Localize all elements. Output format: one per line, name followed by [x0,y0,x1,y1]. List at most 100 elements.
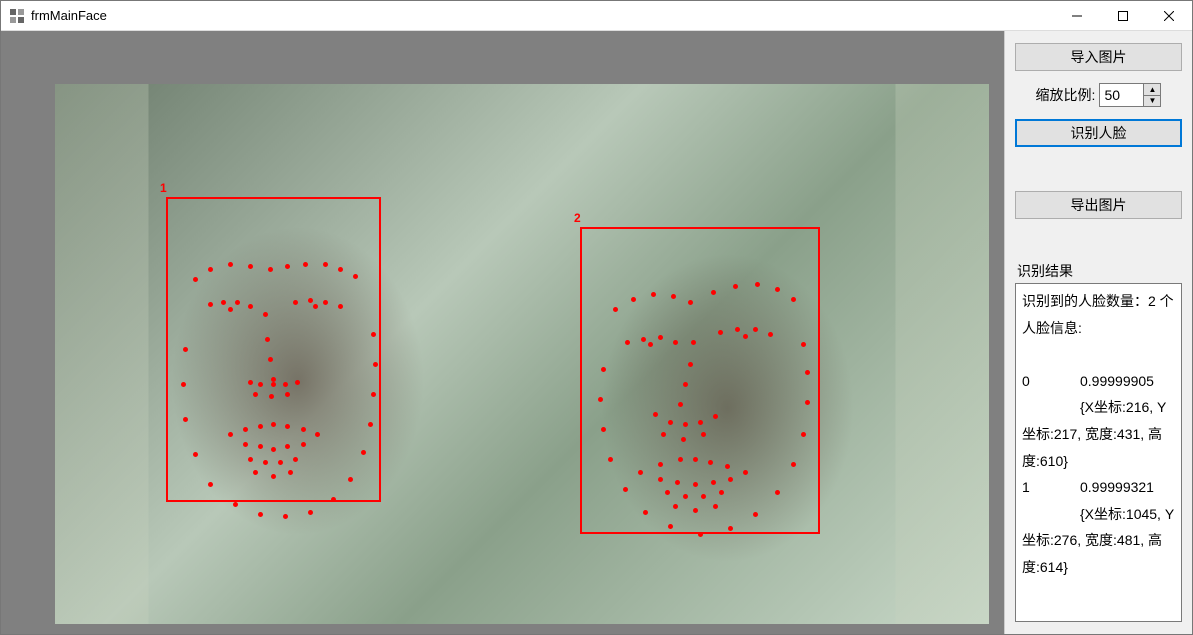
close-button[interactable] [1146,1,1192,31]
face-landmark-point [371,332,376,337]
face-landmark-point [285,424,290,429]
face-landmark-point [805,370,810,375]
result-face-confidence: 0.99999905 [1080,368,1154,395]
face-landmark-point [208,302,213,307]
image-viewport: 12 [1,31,1004,634]
face-landmark-point [698,420,703,425]
face-landmark-point [691,340,696,345]
face-landmark-point [673,340,678,345]
face-landmark-point [331,497,336,502]
face-landmark-point [228,307,233,312]
face-landmark-point [688,300,693,305]
face-landmark-point [268,357,273,362]
face-landmark-point [263,312,268,317]
window-controls [1054,1,1192,31]
title-bar[interactable]: frmMainFace [1,1,1192,31]
face-landmark-point [248,457,253,462]
face-landmark-point [283,382,288,387]
face-landmark-point [693,457,698,462]
face-landmark-point [688,362,693,367]
face-landmark-point [268,267,273,272]
face-landmark-point [801,342,806,347]
face-landmark-point [613,307,618,312]
face-landmark-point [653,412,658,417]
zoom-label: 缩放比例: [1036,85,1096,105]
face-landmark-point [728,477,733,482]
face-landmark-point [295,380,300,385]
face-landmark-point [258,444,263,449]
minimize-button[interactable] [1054,1,1100,31]
face-landmark-point [735,327,740,332]
face-landmark-point [753,327,758,332]
import-image-button[interactable]: 导入图片 [1015,43,1182,71]
export-image-button[interactable]: 导出图片 [1015,191,1182,219]
result-face-index: 1 [1022,474,1080,501]
face-landmark-point [668,524,673,529]
face-landmark-point [775,490,780,495]
zoom-up-button[interactable]: ▲ [1144,84,1160,96]
face-landmark-point [208,482,213,487]
face-landmark-point [271,474,276,479]
face-landmark-point [711,290,716,295]
face-landmark-point [743,334,748,339]
face-landmark-point [805,400,810,405]
zoom-input[interactable] [1099,83,1143,107]
face-landmark-point [725,464,730,469]
recognize-face-button[interactable]: 识别人脸 [1015,119,1182,147]
face-landmark-point [701,432,706,437]
face-landmark-point [263,460,268,465]
face-landmark-point [315,432,320,437]
face-landmark-point [285,444,290,449]
face-landmark-point [658,462,663,467]
zoom-row: 缩放比例: ▲ ▼ [1015,83,1182,107]
face-box-label: 2 [574,211,581,225]
face-landmark-point [361,450,366,455]
face-landmark-point [711,480,716,485]
face-landmark-point [678,402,683,407]
face-landmark-point [308,510,313,515]
result-face-coords: {X坐标:216, Y坐标:217, 宽度:431, 高度:610} [1022,394,1175,474]
face-landmark-point [258,382,263,387]
face-bounding-box: 1 [166,197,381,502]
face-landmark-point [718,330,723,335]
face-landmark-point [791,462,796,467]
face-landmark-point [208,267,213,272]
face-landmark-point [698,532,703,537]
face-landmark-point [693,482,698,487]
face-landmark-point [285,264,290,269]
face-landmark-point [233,502,238,507]
zoom-down-button[interactable]: ▼ [1144,96,1160,107]
face-landmark-point [683,382,688,387]
face-landmark-point [348,477,353,482]
face-landmark-point [371,392,376,397]
result-textbox[interactable]: 识别到的人脸数量：2 个人脸信息: 00.99999905{X坐标:216, Y… [1015,283,1182,622]
face-landmark-point [671,294,676,299]
result-group-label: 识别结果 [1015,261,1182,281]
zoom-spinner[interactable]: ▲ ▼ [1099,83,1161,107]
face-landmark-point [183,347,188,352]
face-landmark-point [693,508,698,513]
face-landmark-point [313,304,318,309]
face-landmark-point [658,335,663,340]
result-face-confidence: 0.99999321 [1080,474,1154,501]
result-face-coords: {X坐标:1045, Y坐标:276, 宽度:481, 高度:614} [1022,501,1175,581]
face-landmark-point [661,432,666,437]
face-landmark-point [753,512,758,517]
face-landmark-point [673,504,678,509]
face-landmark-point [288,470,293,475]
maximize-button[interactable] [1100,1,1146,31]
face-landmark-point [373,362,378,367]
face-landmark-point [271,422,276,427]
face-landmark-point [601,367,606,372]
face-landmark-point [643,510,648,515]
face-landmark-point [681,437,686,442]
face-landmark-point [701,494,706,499]
face-landmark-point [678,457,683,462]
result-group: 识别结果 识别到的人脸数量：2 个人脸信息: 00.99999905{X坐标:2… [1015,261,1182,622]
face-landmark-point [608,457,613,462]
face-landmark-point [719,490,724,495]
face-landmark-point [665,490,670,495]
face-landmark-point [293,457,298,462]
face-landmark-point [353,274,358,279]
face-landmark-point [265,337,270,342]
